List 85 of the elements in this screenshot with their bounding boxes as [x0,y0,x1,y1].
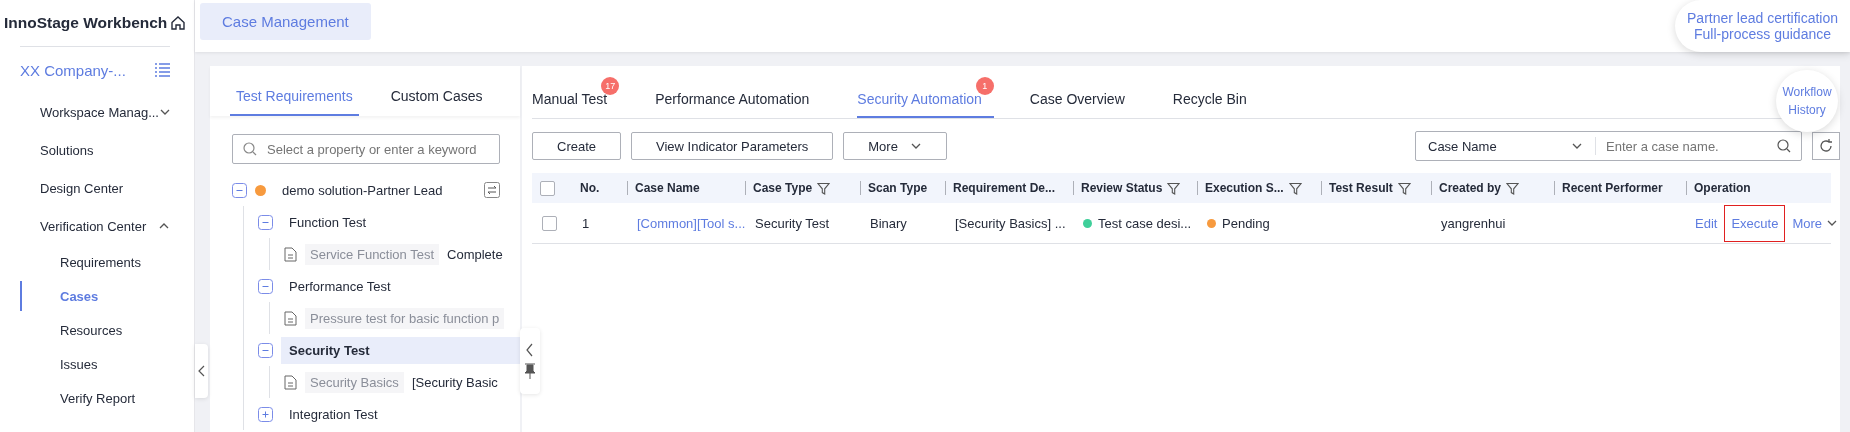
panel-tab[interactable]: Custom Cases [384,88,489,116]
collapse-icon[interactable] [258,278,273,294]
table-cell: [Security Basics] ... [955,215,1066,231]
nav-item[interactable]: Design Center [0,169,194,207]
collapse-icon[interactable] [232,182,247,198]
panel-tab[interactable]: Test Requirements [230,88,359,116]
nav-item[interactable]: Requirements [0,245,194,279]
case-tab[interactable]: Manual Test 17 [532,77,620,118]
column-header: Case Name [635,181,700,195]
collapse-icon[interactable] [526,343,534,357]
operation-link[interactable]: Execute [1724,204,1786,242]
collapse-icon[interactable] [258,214,273,230]
search-field[interactable]: Select a property or enter a keyword [232,134,500,164]
nav-item[interactable]: Solutions [0,131,194,169]
table-cell: 1 [582,215,590,231]
nav-item[interactable]: Workspace Manag... [0,93,194,131]
filter-icon[interactable] [1397,181,1411,195]
home-icon[interactable] [170,15,187,31]
refresh-button[interactable] [1812,132,1840,160]
toolbar-button[interactable]: View Indicator Parameters [631,132,834,160]
expand-icon[interactable] [258,406,273,422]
bubble-text: History [1787,103,1827,117]
more-dropdown[interactable]: More [1785,204,1845,242]
nav-item[interactable]: Verify Report [0,381,194,415]
case-name-link[interactable]: [Common][Tool s... [637,215,746,231]
collapse-icon[interactable] [258,342,273,358]
table-cell: Security Test [755,215,830,231]
count-badge: 17 [601,77,620,95]
table-cell: Pending [1222,215,1270,231]
column-header: Review Status [1081,181,1163,195]
nav-item[interactable]: Issues [0,347,194,381]
guide-link[interactable]: Full-process guidance [1687,26,1838,42]
filter-icon[interactable] [1288,181,1302,195]
column-header: Requirement De... [953,181,1056,195]
row-checkbox[interactable] [542,215,557,231]
case-tab[interactable]: Security Automation 1 [857,77,994,118]
select-all-checkbox[interactable] [540,180,555,196]
nav-item[interactable]: Resources [0,313,194,347]
case-tab[interactable]: Performance Automation [655,77,822,118]
keyword-search-field[interactable]: Select a property or enter a keyword [265,140,489,158]
nav-item[interactable]: Verification Center [0,207,194,245]
column-header: No. [580,181,600,195]
column-header: Scan Type [868,181,928,195]
table-cell: yangrenhui [1441,215,1506,231]
pin-icon[interactable] [524,363,536,379]
refresh-icon [1818,138,1834,154]
bubble-text: Workflow [1781,85,1833,99]
column-header: Test Result [1329,181,1393,195]
table-cell: Test case desi... [1098,215,1192,231]
swap-icon[interactable] [484,182,500,198]
column-header: Created by [1439,181,1502,195]
count-badge: 1 [975,77,994,95]
search-icon[interactable] [1777,139,1791,153]
document-icon [284,374,297,390]
column-header: Recent Performer [1562,181,1663,195]
column-header: Case Type [753,181,813,195]
case-name-field[interactable]: Enter a case name. [1596,138,1777,154]
column-header: Operation [1694,181,1751,195]
tree-item[interactable]: Performance Test [281,272,399,300]
filter-icon[interactable] [1506,181,1520,195]
toolbar-button[interactable]: Create [532,132,622,160]
filter-icon[interactable] [1167,181,1181,195]
more-dropdown[interactable]: More [843,132,947,160]
column-header: Execution S... [1205,181,1284,195]
document-icon [284,310,297,326]
document-icon [284,246,297,262]
tree-item[interactable]: Integration Test [281,400,386,428]
case-description: Complete [447,246,503,262]
list-icon[interactable] [155,63,170,77]
workspace-name[interactable]: XX Company-... [20,61,126,79]
nav-item[interactable]: Cases [0,279,194,313]
app-title: InnoStage Workbench [4,14,168,32]
case-tab[interactable]: Case Overview [1029,77,1137,118]
field-select[interactable]: Case Name [1416,137,1596,155]
tree-item[interactable]: demo solution-Partner Lead [274,176,451,204]
tree-item[interactable]: Security Test [281,336,520,364]
sidebar-collapse-handle[interactable] [195,344,208,398]
operation-link[interactable]: Edit [1688,204,1725,242]
guide-link[interactable]: Partner lead certification [1687,10,1838,26]
table-cell: Binary [870,215,907,231]
search-icon [243,142,257,156]
case-tab[interactable]: Recycle Bin [1172,77,1259,118]
case-description: [Security Basic [411,374,498,390]
filter-icon[interactable] [817,181,831,195]
tree-item[interactable]: Function Test [281,208,375,236]
